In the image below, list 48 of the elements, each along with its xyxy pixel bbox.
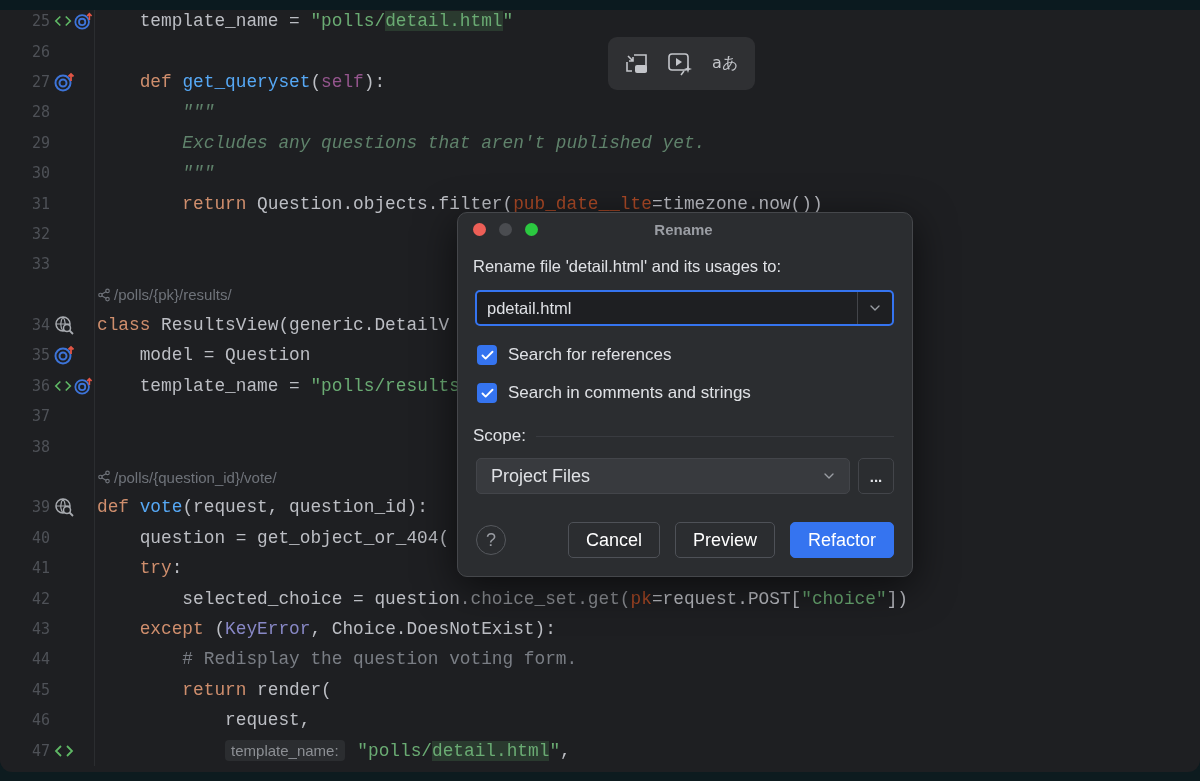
more-button[interactable]: ... bbox=[858, 458, 894, 494]
parameter-hint: template_name: bbox=[225, 740, 345, 762]
checkbox[interactable] bbox=[477, 345, 497, 365]
code-line: # Redisplay the question voting form. bbox=[181, 649, 578, 670]
code-line: selected_choice = question.choice_set.get(pk=request.POST["choice"]) bbox=[181, 588, 908, 609]
target-arrow-icon[interactable] bbox=[74, 11, 94, 32]
close-button[interactable] bbox=[473, 223, 486, 236]
markup-icon[interactable] bbox=[54, 743, 74, 758]
checkbox-label[interactable]: Search for references bbox=[508, 345, 672, 365]
name-input[interactable]: pdetail.html bbox=[477, 298, 857, 318]
code-line: model = Question bbox=[138, 345, 311, 366]
scope-select[interactable]: Project Files bbox=[476, 458, 850, 494]
code-line: Excludes any questions that aren't published yet. bbox=[181, 132, 706, 153]
code-line: """ bbox=[181, 163, 215, 184]
code-line: """ bbox=[181, 102, 215, 123]
prompt-label: Rename file 'detail.html' and its usages to: bbox=[473, 257, 783, 276]
code-line: def vote(request, question_id): bbox=[97, 497, 428, 518]
code-line: except (KeyError, Choice.DoesNotExist): bbox=[138, 619, 556, 639]
route-annotation[interactable]: /polls/{pk}/results/ bbox=[114, 286, 232, 304]
name-combobox[interactable]: pdetail.html bbox=[475, 290, 894, 326]
scope-label: Scope: bbox=[473, 426, 526, 446]
markup-icon[interactable] bbox=[54, 14, 73, 29]
target-arrow-icon[interactable] bbox=[54, 71, 76, 92]
checkbox[interactable] bbox=[477, 383, 497, 403]
code-line: def get_queryset(self): bbox=[138, 71, 386, 92]
primary-button[interactable]: Refactor bbox=[789, 522, 894, 558]
share-icon bbox=[97, 470, 111, 485]
code-line: return Question.objects.filter(pub_date__lte=timezone.now()) bbox=[181, 193, 823, 214]
code-line: class ResultsView(generic.DetailV bbox=[97, 315, 450, 336]
share-icon bbox=[97, 287, 111, 302]
target-arrow-icon[interactable] bbox=[74, 375, 94, 396]
translate-button[interactable]: aあ bbox=[709, 51, 740, 76]
code-line: template_name = "polls/detail.html" bbox=[138, 11, 514, 32]
zoom-button[interactable] bbox=[525, 223, 538, 236]
secondary-button[interactable]: Cancel bbox=[567, 522, 660, 558]
secondary-button[interactable]: Preview bbox=[674, 522, 775, 558]
globe-search-icon[interactable] bbox=[54, 497, 74, 518]
globe-search-icon[interactable] bbox=[54, 315, 74, 336]
route-annotation[interactable]: /polls/{question_id}/vote/ bbox=[114, 468, 277, 486]
code-line: template_name = "polls/results bbox=[138, 375, 460, 396]
code-line: question = get_object_or_404( bbox=[138, 527, 450, 548]
dialog-title: Rename bbox=[654, 220, 713, 238]
checkbox-label[interactable]: Search in comments and strings bbox=[508, 383, 751, 403]
markup-icon[interactable] bbox=[54, 378, 73, 393]
code-line: return render( bbox=[181, 679, 332, 700]
code-line: request, bbox=[224, 710, 311, 731]
target-arrow-icon[interactable] bbox=[54, 345, 76, 366]
code-line: try: bbox=[138, 558, 183, 579]
